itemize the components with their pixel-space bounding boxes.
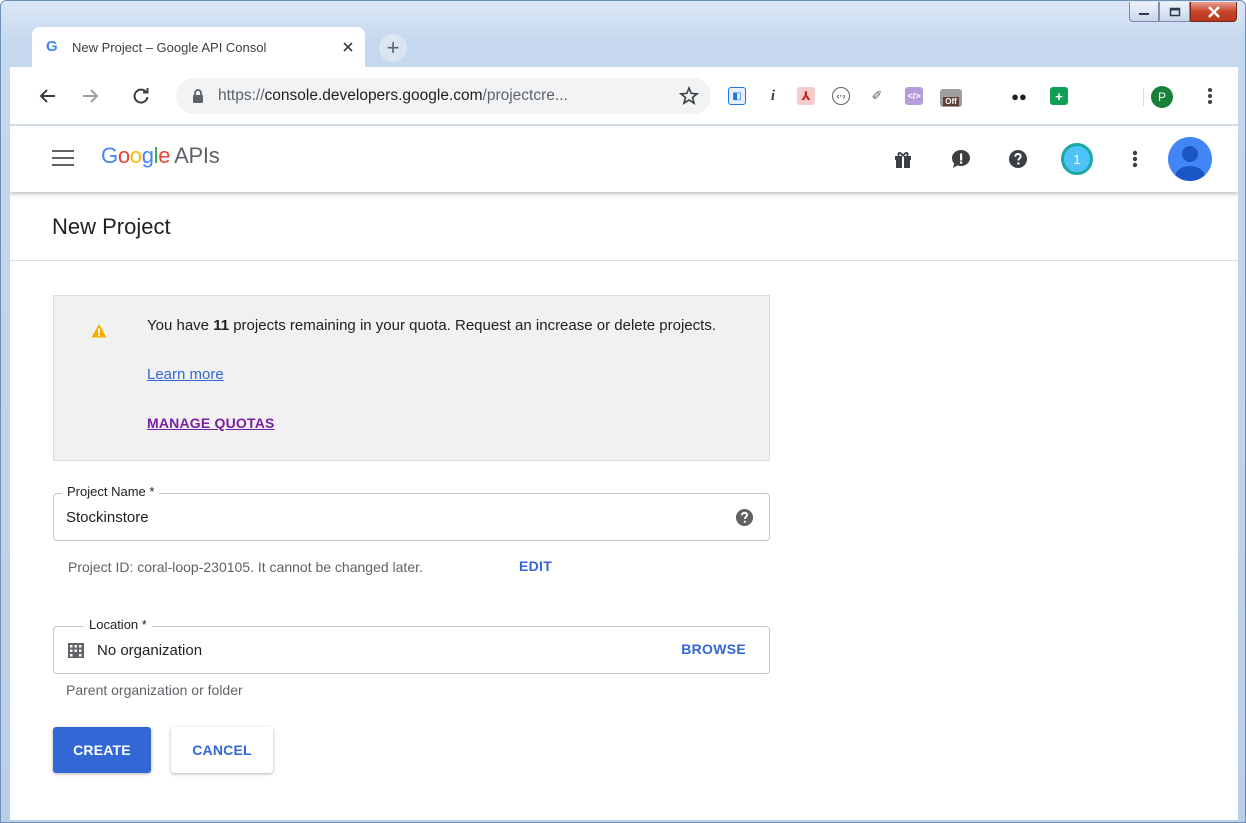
create-button[interactable]: CREATE — [53, 727, 151, 773]
extension-devtools-icon[interactable]: </> — [905, 87, 923, 105]
lock-icon — [190, 88, 206, 104]
building-icon — [68, 643, 84, 658]
google-favicon-icon: G — [46, 38, 58, 55]
maximize-icon — [1169, 7, 1180, 16]
logo-letter: g — [141, 143, 154, 168]
quota-text-after: projects remaining in your quota. Reques… — [229, 317, 716, 334]
notifications-button[interactable]: 1 — [1061, 143, 1093, 175]
extension-code-icon[interactable]: ‹·› — [832, 87, 850, 105]
project-name-input[interactable]: Stockinstore — [66, 509, 149, 526]
browser-tab[interactable]: G New Project – Google API Consol — [32, 27, 365, 67]
help-icon[interactable] — [735, 508, 754, 527]
warning-icon — [91, 324, 107, 338]
minimize-button[interactable] — [1129, 2, 1159, 22]
browser-window: G New Project – Google API Consol + http… — [0, 0, 1246, 823]
close-icon — [343, 42, 353, 52]
new-tab-button[interactable]: + — [379, 34, 407, 62]
logo-letter: o — [129, 143, 142, 168]
extension-link-icon[interactable]: ✐ — [868, 87, 886, 105]
extension-plus-icon[interactable]: + — [1050, 87, 1068, 105]
help-button[interactable] — [1007, 148, 1029, 170]
account-avatar-icon[interactable] — [1168, 137, 1212, 181]
star-icon[interactable] — [679, 86, 699, 106]
tab-title: New Project – Google API Consol — [72, 39, 267, 55]
edit-project-id-button[interactable]: EDIT — [519, 558, 552, 574]
project-name-label: Project Name * — [62, 484, 160, 499]
manage-quotas-link[interactable]: MANAGE QUOTAS — [147, 415, 275, 431]
cancel-button[interactable]: CANCEL — [171, 727, 273, 773]
browse-button[interactable]: BROWSE — [681, 641, 746, 657]
location-hint: Parent organization or folder — [66, 682, 243, 698]
gift-button[interactable] — [892, 148, 914, 170]
app-header: Google APIs 1 — [10, 126, 1238, 192]
menu-icon[interactable] — [52, 150, 74, 168]
more-vert-icon — [1132, 150, 1138, 168]
location-field[interactable]: Location * No organization BROWSE — [53, 617, 770, 674]
project-name-field[interactable]: Project Name * Stockinstore — [53, 484, 770, 541]
window-controls — [1129, 2, 1237, 22]
back-button[interactable] — [38, 86, 58, 106]
logo-apis-text: APIs — [174, 143, 220, 168]
toolbar-separator — [1143, 88, 1144, 106]
url-path: /projectcre... — [482, 87, 568, 104]
minimize-icon — [1139, 12, 1149, 15]
extension-off-icon[interactable]: Off — [940, 89, 962, 107]
close-icon — [1207, 5, 1220, 18]
tab-close-button[interactable] — [340, 39, 356, 55]
url-text: https://console.developers.google.com/pr… — [218, 87, 568, 105]
page-viewport: Google APIs 1 New Project You have 11 pr… — [10, 126, 1238, 820]
extension-translate-icon[interactable]: ◧ — [728, 87, 746, 105]
quota-text-before: You have — [147, 317, 214, 334]
maximize-button[interactable] — [1159, 2, 1190, 22]
feedback-button[interactable] — [950, 148, 972, 170]
reload-icon — [133, 88, 149, 104]
reload-button[interactable] — [131, 86, 151, 106]
feedback-icon — [952, 150, 970, 168]
extension-incognito-icon[interactable]: ●● — [1010, 87, 1028, 105]
back-icon — [39, 89, 55, 103]
forward-icon — [83, 89, 99, 103]
project-id-hint: Project ID: coral-loop-230105. It cannot… — [68, 559, 423, 575]
gift-icon — [895, 152, 911, 168]
extension-info-icon[interactable]: i — [764, 87, 782, 105]
url-host: console.developers.google.com — [264, 87, 483, 104]
url-scheme: https:// — [218, 87, 265, 104]
page-title-bar: New Project — [10, 192, 1238, 261]
address-bar[interactable]: https://console.developers.google.com/pr… — [176, 78, 711, 114]
chrome-menu-icon[interactable] — [1204, 86, 1216, 106]
location-value: No organization — [97, 642, 203, 659]
logo-letter: o — [117, 143, 130, 168]
forward-button[interactable] — [80, 86, 100, 106]
quota-notice: You have 11 projects remaining in your q… — [53, 295, 770, 461]
quota-count: 11 — [213, 317, 230, 334]
more-options-button[interactable] — [1124, 148, 1146, 170]
location-label: Location * — [84, 617, 152, 632]
profile-button[interactable]: P — [1151, 86, 1173, 108]
quota-message: You have 11 projects remaining in your q… — [147, 314, 757, 338]
close-window-button[interactable] — [1190, 2, 1237, 22]
learn-more-link[interactable]: Learn more — [147, 366, 224, 383]
extension-pdf-icon[interactable]: ⅄ — [797, 87, 815, 105]
help-icon — [1009, 150, 1027, 168]
browser-toolbar: https://console.developers.google.com/pr… — [10, 67, 1238, 125]
extension-off-label: Off — [943, 96, 959, 106]
logo-letter: G — [101, 143, 118, 168]
page-title: New Project — [52, 214, 171, 239]
logo-letter: e — [158, 143, 171, 168]
google-apis-logo[interactable]: Google APIs — [101, 143, 220, 169]
